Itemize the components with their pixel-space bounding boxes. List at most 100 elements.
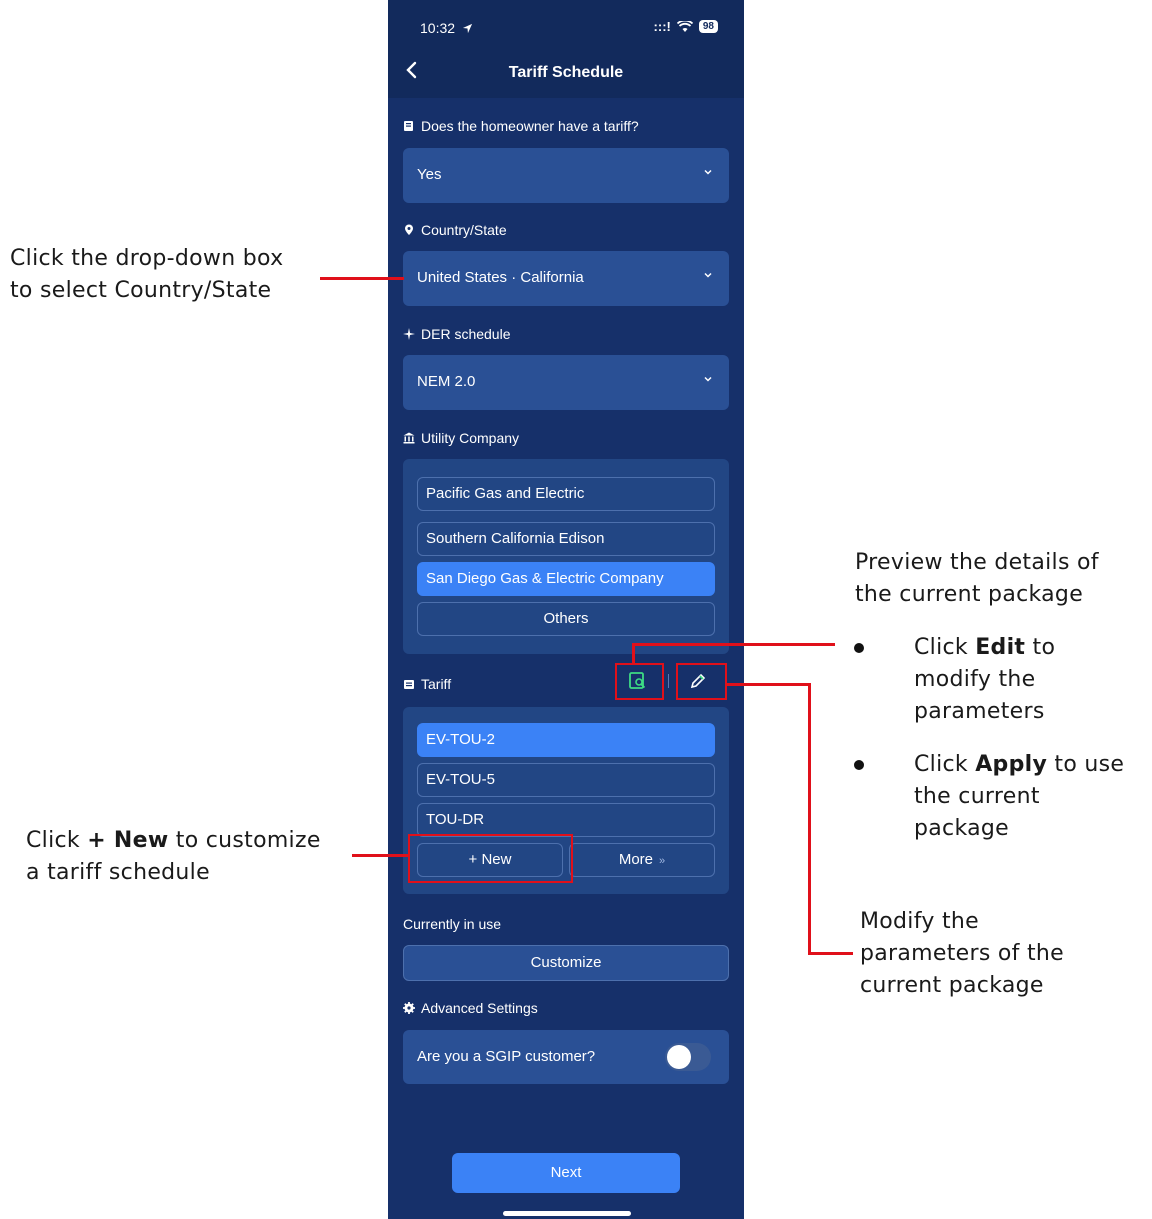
annotation-connector-edit-h1	[726, 683, 811, 686]
annotation-apply-line1: Click Apply to use	[914, 749, 1124, 781]
status-bar: 10:32 :::! 98	[388, 0, 744, 58]
annotation-country-line2: to select Country/State	[10, 278, 272, 303]
chevron-down-icon	[704, 376, 712, 382]
sparkle-icon	[403, 328, 415, 340]
bullet-edit	[854, 643, 864, 653]
utility-option-others[interactable]: Others	[417, 602, 715, 636]
country-state-label: Country/State	[403, 222, 507, 238]
annotation-edit: Click Edit to modify the parameters	[914, 632, 1055, 728]
annotation-apply-line3: package	[914, 816, 1009, 841]
signal-icon: :::!	[653, 19, 671, 34]
tariff-question-value: Yes	[417, 166, 442, 183]
time-text: 10:32	[420, 20, 456, 36]
annotation-apply-pre: Click	[914, 752, 976, 777]
toolbar-divider	[668, 674, 669, 688]
annotation-new: Click + New to customize a tariff schedu…	[26, 825, 321, 889]
sgip-question: Are you a SGIP customer?	[417, 1048, 596, 1065]
utility-option-sce[interactable]: Southern California Edison	[417, 522, 715, 556]
toggle-knob	[667, 1045, 691, 1069]
annotation-new-line2: a tariff schedule	[26, 860, 210, 885]
annotation-new-pre: Click	[26, 828, 88, 853]
nav-bar: Tariff Schedule	[388, 52, 744, 98]
tariff-question-text: Does the homeowner have a tariff?	[421, 118, 639, 134]
annotation-apply-line2: the current	[914, 784, 1040, 809]
sgip-row: Are you a SGIP customer?	[403, 1030, 729, 1084]
country-state-value: United States · California	[417, 269, 584, 286]
annotation-preview-line1: Preview the details of	[855, 550, 1099, 575]
annotation-connector-edit-h2	[808, 952, 853, 955]
customize-button[interactable]: Customize	[403, 945, 729, 981]
tariff-question-label: Does the homeowner have a tariff?	[403, 118, 639, 134]
tariff-question-select[interactable]: Yes	[403, 148, 729, 203]
advanced-settings-label: Advanced Settings	[403, 1000, 538, 1016]
annotation-country-state: Click the drop-down box to select Countr…	[10, 243, 283, 307]
annotation-box-new	[408, 834, 573, 883]
form-content: Does the homeowner have a tariff? Yes Co…	[388, 98, 744, 1219]
annotation-connector-preview-v	[632, 645, 635, 664]
der-schedule-label: DER schedule	[403, 326, 511, 342]
utility-option-sdge[interactable]: San Diego Gas & Electric Company	[417, 562, 715, 596]
annotation-edit-line2: modify the	[914, 667, 1036, 692]
bullet-apply	[854, 760, 864, 770]
annotation-modify-line3: current package	[860, 973, 1044, 998]
wifi-icon	[676, 20, 693, 32]
advanced-settings-text: Advanced Settings	[421, 1000, 538, 1016]
country-state-select[interactable]: United States · California	[403, 251, 729, 306]
bank-building-icon	[403, 432, 415, 444]
annotation-connector-preview-h	[632, 643, 835, 646]
utility-company-label: Utility Company	[403, 430, 519, 446]
annotation-connector-edit-v	[808, 683, 811, 955]
annotation-apply-post: to use	[1047, 752, 1125, 777]
document-icon	[404, 121, 413, 131]
sgip-toggle[interactable]	[665, 1043, 711, 1071]
annotation-box-preview	[615, 663, 664, 700]
annotation-new-line1: Click + New to customize	[26, 825, 321, 857]
next-button[interactable]: Next	[452, 1153, 680, 1193]
der-schedule-value: NEM 2.0	[417, 373, 476, 390]
double-chevron-right-icon: »	[659, 855, 666, 867]
tariff-label: Tariff	[403, 676, 451, 692]
annotation-edit-line3: parameters	[914, 699, 1045, 724]
page-title: Tariff Schedule	[508, 64, 624, 81]
annotation-edit-bold: Edit	[975, 635, 1026, 660]
utility-option-pge[interactable]: Pacific Gas and Electric	[417, 477, 715, 511]
chevron-down-icon	[704, 169, 712, 175]
more-tariffs-button[interactable]: More »	[569, 843, 715, 877]
tariff-option-ev-tou-5[interactable]: EV-TOU-5	[417, 763, 715, 797]
annotation-box-edit	[676, 663, 727, 700]
phone-screen: 10:32 :::! 98 Tariff Schedule Does the h…	[388, 0, 744, 1219]
annotation-apply: Click Apply to use the current package	[914, 749, 1124, 845]
utility-company-panel: Pacific Gas and Electric Southern Califo…	[403, 459, 729, 654]
annotation-preview: Preview the details of the current packa…	[855, 547, 1099, 611]
annotation-modify-line2: parameters of the	[860, 941, 1065, 966]
annotation-new-post: to customize	[168, 828, 321, 853]
annotation-new-bold: + New	[87, 828, 169, 853]
utility-company-text: Utility Company	[421, 430, 520, 446]
currently-in-use-label: Currently in use	[403, 916, 502, 932]
tariff-option-tou-dr[interactable]: TOU-DR	[417, 803, 715, 837]
tariff-card-icon	[404, 680, 414, 689]
location-pin-icon	[405, 224, 413, 235]
chevron-down-icon	[704, 272, 712, 278]
annotation-preview-line2: the current package	[855, 582, 1084, 607]
annotation-edit-pre: Click	[914, 635, 976, 660]
der-schedule-text: DER schedule	[421, 326, 511, 342]
annotation-country-line1: Click the drop-down box	[10, 246, 284, 271]
annotation-modify-line1: Modify the	[860, 909, 979, 934]
gear-icon	[403, 1002, 415, 1014]
status-icons: :::! 98	[654, 19, 718, 34]
country-state-text: Country/State	[421, 222, 507, 238]
battery-indicator: 98	[698, 20, 718, 33]
home-indicator	[503, 1211, 631, 1216]
der-schedule-select[interactable]: NEM 2.0	[403, 355, 729, 410]
annotation-modify: Modify the parameters of the current pac…	[860, 906, 1064, 1002]
status-time: 10:32	[420, 20, 473, 36]
tariff-text: Tariff	[421, 676, 452, 692]
annotation-apply-bold: Apply	[975, 752, 1048, 777]
location-arrow-icon	[462, 23, 473, 34]
annotation-edit-line1: Click Edit to	[914, 632, 1055, 664]
annotation-connector-country	[320, 277, 404, 280]
tariff-option-ev-tou-2[interactable]: EV-TOU-2	[417, 723, 715, 757]
more-label: More	[618, 851, 654, 868]
annotation-edit-post: to	[1025, 635, 1056, 660]
